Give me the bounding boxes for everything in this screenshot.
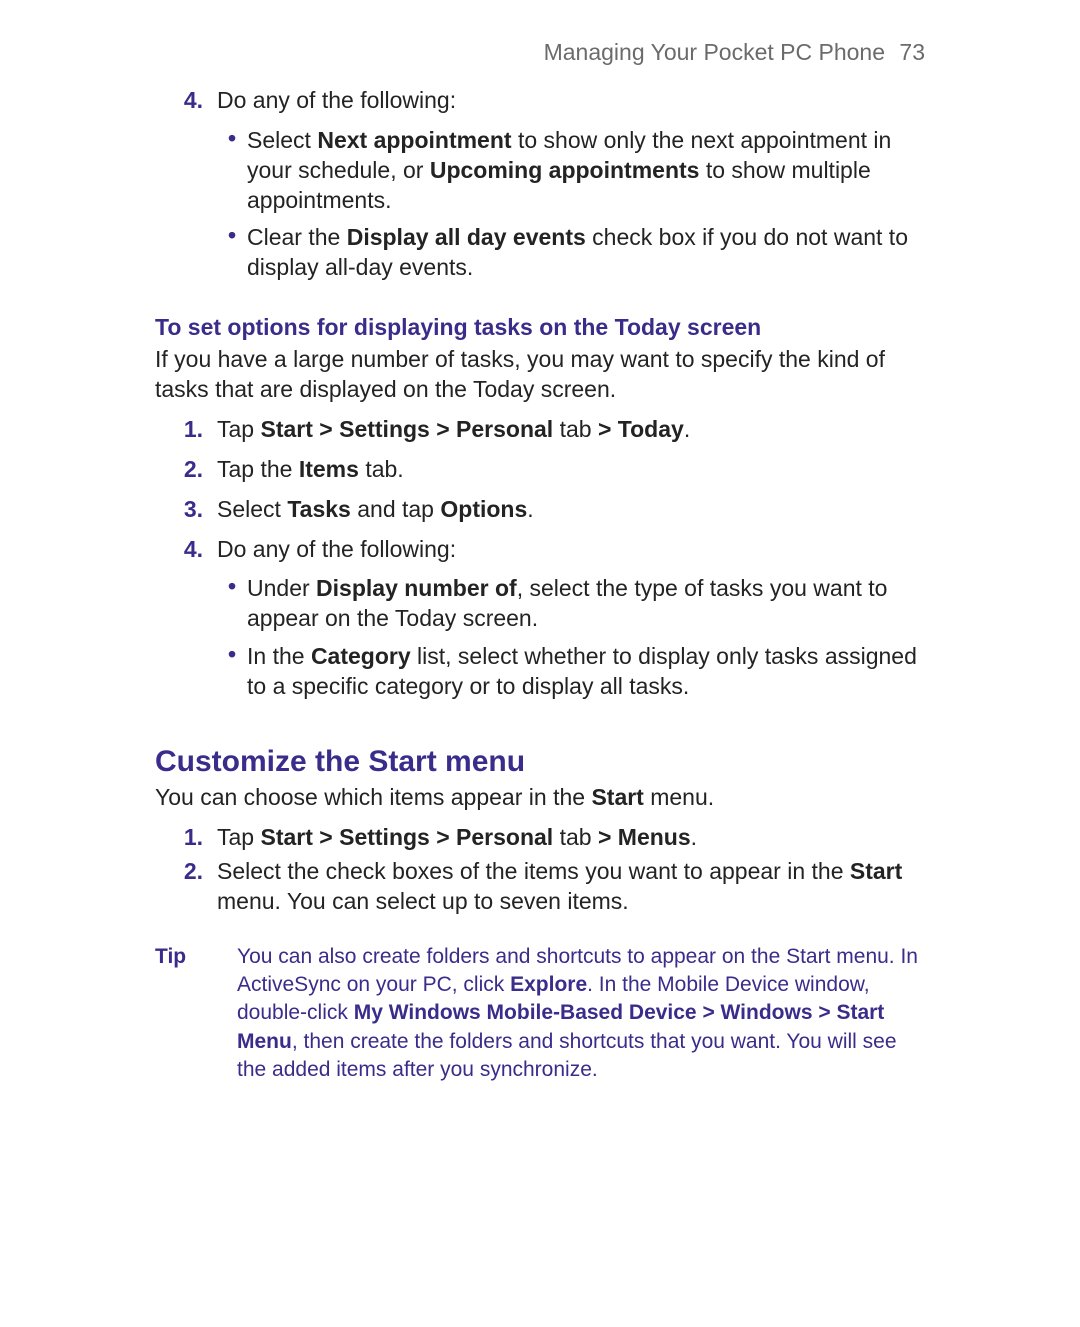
bullet-display-number-of: • Under Display number of, select the ty… xyxy=(155,574,925,634)
tasks-step-2: 2. Tap the Items tab. xyxy=(155,455,925,485)
bullet-text: Select Next appointment to show only the… xyxy=(247,126,925,216)
tasks-step-3: 3. Select Tasks and tap Options. xyxy=(155,495,925,525)
step-text: Tap Start > Settings > Personal tab > To… xyxy=(217,415,925,445)
step-number: 2. xyxy=(155,455,217,485)
step-number: 3. xyxy=(155,495,217,525)
bullet-text: Clear the Display all day events check b… xyxy=(247,223,925,283)
tip-text: You can also create folders and shortcut… xyxy=(237,943,925,1085)
step-number: 4. xyxy=(155,535,217,565)
bullet-category-list: • In the Category list, select whether t… xyxy=(155,642,925,702)
bullet-mark: • xyxy=(217,126,247,151)
step-number: 2. xyxy=(155,857,217,887)
bullet-mark: • xyxy=(217,574,247,599)
step-text: Do any of the following: xyxy=(217,86,925,116)
bullet-all-day-events: • Clear the Display all day events check… xyxy=(155,223,925,283)
step-text: Do any of the following: xyxy=(217,535,925,565)
tip-label: Tip xyxy=(155,943,237,971)
page-number: 73 xyxy=(899,39,925,65)
start-step-1: 1. Tap Start > Settings > Personal tab >… xyxy=(155,823,925,853)
tasks-step-4: 4. Do any of the following: xyxy=(155,535,925,565)
bullet-text: Under Display number of, select the type… xyxy=(247,574,925,634)
start-menu-intro: You can choose which items appear in the… xyxy=(155,783,925,813)
step-number: 1. xyxy=(155,823,217,853)
bullet-mark: • xyxy=(217,642,247,667)
step-text: Select the check boxes of the items you … xyxy=(217,857,925,917)
bullet-mark: • xyxy=(217,223,247,248)
step-text: Tap Start > Settings > Personal tab > Me… xyxy=(217,823,925,853)
bullet-next-appointment: • Select Next appointment to show only t… xyxy=(155,126,925,216)
step-text: Select Tasks and tap Options. xyxy=(217,495,925,525)
step-text: Tap the Items tab. xyxy=(217,455,925,485)
step-number: 1. xyxy=(155,415,217,445)
tip-block: Tip You can also create folders and shor… xyxy=(155,943,925,1085)
tasks-options-intro: If you have a large number of tasks, you… xyxy=(155,345,925,405)
chapter-title: Managing Your Pocket PC Phone xyxy=(544,39,885,65)
start-menu-heading: Customize the Start menu xyxy=(155,742,925,781)
bullet-text: In the Category list, select whether to … xyxy=(247,642,925,702)
start-step-2: 2. Select the check boxes of the items y… xyxy=(155,857,925,917)
page-header: Managing Your Pocket PC Phone 73 xyxy=(155,38,925,68)
tasks-options-heading: To set options for displaying tasks on t… xyxy=(155,313,925,343)
step-4: 4. Do any of the following: xyxy=(155,86,925,116)
step-number: 4. xyxy=(155,86,217,116)
tasks-step-1: 1. Tap Start > Settings > Personal tab >… xyxy=(155,415,925,445)
